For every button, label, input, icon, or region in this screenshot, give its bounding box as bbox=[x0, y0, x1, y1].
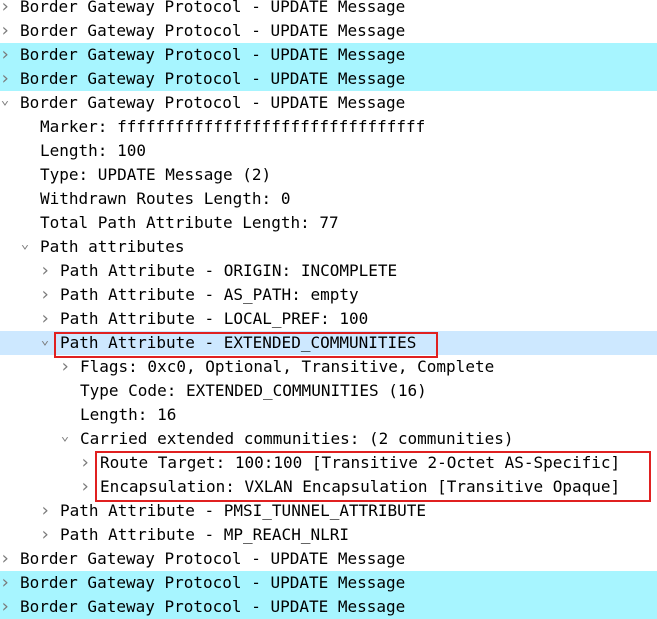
tree-row-label: Type Code: EXTENDED_COMMUNITIES (16) bbox=[80, 381, 427, 400]
tree-row[interactable]: ⌄ Path attributes bbox=[0, 235, 657, 259]
tree-row[interactable]: Withdrawn Routes Length: 0 bbox=[0, 187, 657, 211]
tree-row-label: Path Attribute - MP_REACH_NLRI bbox=[60, 525, 349, 544]
chevron-right-icon[interactable]: › bbox=[0, 0, 12, 19]
tree-row-label: Length: 16 bbox=[80, 405, 177, 424]
tree-row[interactable]: › Encapsulation: VXLAN Encapsulation [Tra… bbox=[0, 475, 657, 499]
tree-row[interactable]: Marker: ffffffffffffffffffffffffffffffff bbox=[0, 115, 657, 139]
tree-row[interactable]: › Border Gateway Protocol - UPDATE Messag… bbox=[0, 571, 657, 595]
tree-row[interactable]: › Border Gateway Protocol - UPDATE Messag… bbox=[0, 547, 657, 571]
tree-row-label: Border Gateway Protocol - UPDATE Message bbox=[20, 93, 406, 112]
tree-row[interactable]: Length: 100 bbox=[0, 139, 657, 163]
chevron-right-icon[interactable]: › bbox=[38, 307, 52, 331]
chevron-right-icon[interactable]: › bbox=[38, 283, 52, 307]
chevron-right-icon[interactable]: › bbox=[58, 355, 72, 379]
tree-row-label: Border Gateway Protocol - UPDATE Message bbox=[20, 21, 406, 40]
tree-row[interactable]: › Border Gateway Protocol - UPDATE Messag… bbox=[0, 595, 657, 619]
tree-row[interactable]: ⌄ Carried extended communities: (2 commun… bbox=[0, 427, 657, 451]
tree-row-label: Path attributes bbox=[40, 237, 185, 256]
chevron-down-icon[interactable]: ⌄ bbox=[0, 91, 12, 115]
chevron-right-icon[interactable]: › bbox=[78, 451, 92, 475]
tree-row-label: Type: UPDATE Message (2) bbox=[40, 165, 272, 184]
tree-row-label: Flags: 0xc0, Optional, Transitive, Compl… bbox=[80, 357, 495, 376]
tree-row-label: Path Attribute - PMSI_TUNNEL_ATTRIBUTE bbox=[60, 501, 427, 520]
tree-row-label: Path Attribute - EXTENDED_COMMUNITIES bbox=[60, 333, 417, 352]
tree-row[interactable]: › Border Gateway Protocol - UPDATE Messag… bbox=[0, 19, 657, 43]
tree-row-label: Withdrawn Routes Length: 0 bbox=[40, 189, 291, 208]
packet-details-tree: › Border Gateway Protocol - UPDATE Messag… bbox=[0, 0, 657, 619]
tree-row[interactable]: Type: UPDATE Message (2) bbox=[0, 163, 657, 187]
tree-row-label: Total Path Attribute Length: 77 bbox=[40, 213, 339, 232]
tree-row-label: Border Gateway Protocol - UPDATE Message bbox=[20, 573, 406, 592]
chevron-right-icon[interactable]: › bbox=[0, 67, 12, 91]
tree-row-label: Path Attribute - AS_PATH: empty bbox=[60, 285, 359, 304]
chevron-right-icon[interactable]: › bbox=[78, 475, 92, 499]
tree-row-label: Carried extended communities: (2 communi… bbox=[80, 429, 514, 448]
chevron-right-icon[interactable]: › bbox=[0, 595, 12, 619]
tree-row-label: Border Gateway Protocol - UPDATE Message bbox=[20, 69, 406, 88]
tree-row-label: Marker: ffffffffffffffffffffffffffffffff bbox=[40, 117, 426, 136]
tree-row-label: Path Attribute - LOCAL_PREF: 100 bbox=[60, 309, 369, 328]
tree-row[interactable]: › Path Attribute - ORIGIN: INCOMPLETE bbox=[0, 259, 657, 283]
tree-row[interactable]: ⌄ Path Attribute - EXTENDED_COMMUNITIES bbox=[0, 331, 657, 355]
chevron-right-icon[interactable]: › bbox=[0, 547, 12, 571]
tree-row-label: Border Gateway Protocol - UPDATE Message bbox=[20, 549, 406, 568]
tree-row[interactable]: › Path Attribute - MP_REACH_NLRI bbox=[0, 523, 657, 547]
chevron-down-icon[interactable]: ⌄ bbox=[38, 331, 52, 355]
tree-row[interactable]: › Route Target: 100:100 [Transitive 2-Oct… bbox=[0, 451, 657, 475]
chevron-down-icon[interactable]: ⌄ bbox=[18, 235, 32, 259]
chevron-right-icon[interactable]: › bbox=[38, 499, 52, 523]
tree-row[interactable]: › Path Attribute - PMSI_TUNNEL_ATTRIBUTE bbox=[0, 499, 657, 523]
tree-row[interactable]: › Flags: 0xc0, Optional, Transitive, Comp… bbox=[0, 355, 657, 379]
tree-row-label: Length: 100 bbox=[40, 141, 146, 160]
tree-row[interactable]: Length: 16 bbox=[0, 403, 657, 427]
tree-row[interactable]: › Path Attribute - AS_PATH: empty bbox=[0, 283, 657, 307]
tree-row-label: Border Gateway Protocol - UPDATE Message bbox=[20, 0, 406, 16]
tree-row-label: Border Gateway Protocol - UPDATE Message bbox=[20, 45, 406, 64]
chevron-right-icon[interactable]: › bbox=[38, 259, 52, 283]
tree-row[interactable]: › Border Gateway Protocol - UPDATE Messag… bbox=[0, 43, 657, 67]
chevron-right-icon[interactable]: › bbox=[0, 571, 12, 595]
tree-row[interactable]: › Border Gateway Protocol - UPDATE Messag… bbox=[0, 67, 657, 91]
tree-row[interactable]: Type Code: EXTENDED_COMMUNITIES (16) bbox=[0, 379, 657, 403]
tree-row-label: Border Gateway Protocol - UPDATE Message bbox=[20, 597, 406, 616]
chevron-down-icon[interactable]: ⌄ bbox=[58, 427, 72, 451]
tree-row[interactable]: Total Path Attribute Length: 77 bbox=[0, 211, 657, 235]
tree-row-label: Route Target: 100:100 [Transitive 2-Octe… bbox=[100, 453, 621, 472]
tree-row-label: Encapsulation: VXLAN Encapsulation [Tran… bbox=[100, 477, 621, 496]
tree-row[interactable]: › Path Attribute - LOCAL_PREF: 100 bbox=[0, 307, 657, 331]
chevron-right-icon[interactable]: › bbox=[38, 523, 52, 547]
tree-row[interactable]: › Border Gateway Protocol - UPDATE Messag… bbox=[0, 0, 657, 19]
chevron-right-icon[interactable]: › bbox=[0, 43, 12, 67]
tree-row[interactable]: ⌄ Border Gateway Protocol - UPDATE Messag… bbox=[0, 91, 657, 115]
chevron-right-icon[interactable]: › bbox=[0, 19, 12, 43]
tree-row-label: Path Attribute - ORIGIN: INCOMPLETE bbox=[60, 261, 398, 280]
